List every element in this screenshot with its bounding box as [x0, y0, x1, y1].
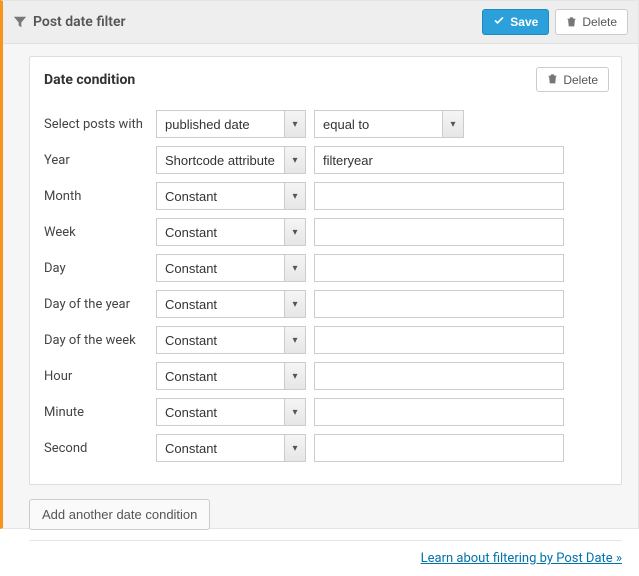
date-part-label: Day: [44, 261, 148, 276]
date-part-rows: Year Shortcode attribute ▾ Month Constan…: [44, 146, 607, 462]
value-input[interactable]: [314, 254, 564, 282]
date-part-row: Month Constant ▾: [44, 182, 607, 210]
condition-title: Date condition: [44, 72, 536, 88]
delete-condition-button[interactable]: Delete: [536, 67, 609, 92]
value-type-select-wrap: Constant ▾: [156, 362, 306, 390]
date-part-label: Month: [44, 189, 148, 204]
date-part-row: Day of the year Constant ▾: [44, 290, 607, 318]
date-part-row: Hour Constant ▾: [44, 362, 607, 390]
trash-icon: [547, 73, 558, 86]
value-type-select-wrap: Constant ▾: [156, 326, 306, 354]
value-type-select[interactable]: Constant: [156, 326, 306, 354]
delete-panel-label: Delete: [582, 16, 617, 28]
value-type-select-wrap: Constant ▾: [156, 182, 306, 210]
add-condition-row: Add another date condition: [29, 499, 622, 530]
date-field-select-wrap: published date ▾: [156, 110, 306, 138]
panel-actions: Save Delete: [482, 9, 628, 35]
panel-title: Post date filter: [13, 14, 482, 30]
learn-link[interactable]: Learn about filtering by Post Date »: [421, 551, 622, 566]
value-type-select-wrap: Constant ▾: [156, 254, 306, 282]
value-input[interactable]: [314, 146, 564, 174]
value-type-select[interactable]: Constant: [156, 362, 306, 390]
value-type-select-wrap: Constant ▾: [156, 398, 306, 426]
panel-title-text: Post date filter: [33, 14, 126, 30]
value-input[interactable]: [314, 398, 564, 426]
date-part-row: Minute Constant ▾: [44, 398, 607, 426]
date-part-label: Year: [44, 153, 148, 168]
condition-body: Select posts with published date ▾ equal…: [30, 110, 621, 484]
save-button[interactable]: Save: [482, 9, 549, 35]
date-part-label: Minute: [44, 405, 148, 420]
date-part-label: Week: [44, 225, 148, 240]
value-type-select-wrap: Constant ▾: [156, 218, 306, 246]
date-condition-box: Date condition Delete Select posts with …: [29, 56, 622, 485]
trash-icon: [566, 16, 577, 29]
select-posts-label: Select posts with: [44, 117, 148, 132]
value-input[interactable]: [314, 182, 564, 210]
value-type-select[interactable]: Constant: [156, 182, 306, 210]
delete-panel-button[interactable]: Delete: [555, 9, 628, 35]
date-part-label: Second: [44, 441, 148, 456]
date-part-label: Hour: [44, 369, 148, 384]
add-another-condition-button[interactable]: Add another date condition: [29, 499, 210, 530]
date-part-label: Day of the year: [44, 297, 148, 312]
value-type-select-wrap: Constant ▾: [156, 290, 306, 318]
select-posts-row: Select posts with published date ▾ equal…: [44, 110, 607, 138]
panel-body: Date condition Delete Select posts with …: [3, 44, 638, 576]
panel-header: Post date filter Save Delete: [3, 1, 638, 44]
value-input[interactable]: [314, 326, 564, 354]
date-part-row: Year Shortcode attribute ▾: [44, 146, 607, 174]
filter-icon: [13, 15, 27, 29]
compare-select-wrap: equal to ▾: [314, 110, 464, 138]
post-date-filter-panel: Post date filter Save Delete Date condit…: [0, 0, 639, 529]
value-type-select[interactable]: Constant: [156, 398, 306, 426]
value-type-select-wrap: Constant ▾: [156, 434, 306, 462]
date-part-row: Day of the week Constant ▾: [44, 326, 607, 354]
save-button-label: Save: [510, 16, 538, 28]
footer-link-row: Learn about filtering by Post Date »: [29, 540, 622, 566]
delete-condition-label: Delete: [563, 74, 598, 86]
date-field-select[interactable]: published date: [156, 110, 306, 138]
value-type-select[interactable]: Constant: [156, 254, 306, 282]
compare-select[interactable]: equal to: [314, 110, 464, 138]
value-input[interactable]: [314, 290, 564, 318]
value-input[interactable]: [314, 362, 564, 390]
value-type-select-wrap: Shortcode attribute ▾: [156, 146, 306, 174]
value-type-select[interactable]: Shortcode attribute: [156, 146, 306, 174]
date-part-label: Day of the week: [44, 333, 148, 348]
value-input[interactable]: [314, 434, 564, 462]
date-part-row: Week Constant ▾: [44, 218, 607, 246]
value-input[interactable]: [314, 218, 564, 246]
condition-header: Date condition Delete: [30, 57, 621, 102]
value-type-select[interactable]: Constant: [156, 434, 306, 462]
date-part-row: Second Constant ▾: [44, 434, 607, 462]
value-type-select[interactable]: Constant: [156, 290, 306, 318]
value-type-select[interactable]: Constant: [156, 218, 306, 246]
check-icon: [493, 15, 505, 29]
date-part-row: Day Constant ▾: [44, 254, 607, 282]
